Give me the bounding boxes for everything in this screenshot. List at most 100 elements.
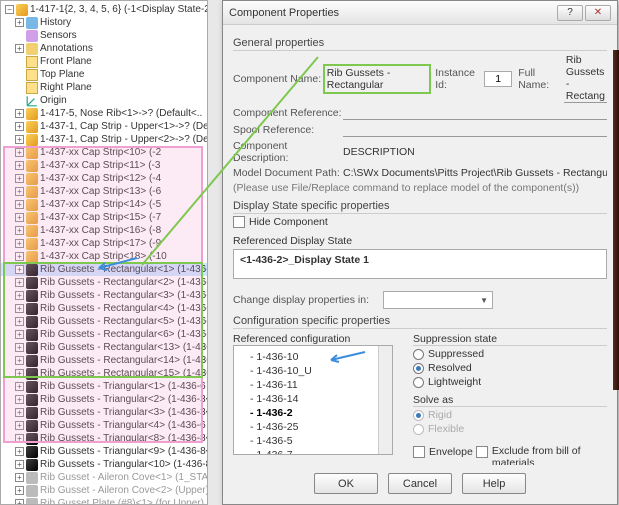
component-node[interactable]: +1-437-xx Cap Strip<12> (-4 [1,172,207,185]
origin-node[interactable]: Origin [1,94,207,107]
expand-icon[interactable]: + [15,18,24,27]
dialog-titlebar[interactable]: Component Properties ? ✕ [223,1,617,25]
expand-icon[interactable]: + [15,369,24,378]
history-node[interactable]: +History [1,16,207,29]
component-node[interactable]: +1-437-1, Cap Strip - Upper<2>->? (Defau… [1,133,207,146]
help-window-button[interactable]: ? [557,5,583,21]
component-node[interactable]: +1-437-xx Cap Strip<13> (-6 [1,185,207,198]
config-item[interactable]: - 1-436-7 [238,448,392,455]
instance-id-field[interactable] [484,71,512,87]
hide-component-checkbox[interactable]: Hide Component [233,216,328,228]
resolved-radio[interactable]: Resolved [413,362,607,374]
cancel-button[interactable]: Cancel [388,473,452,494]
front-plane-node[interactable]: Front Plane [1,55,207,68]
configuration-list[interactable]: - 1-436-10- 1-436-10_U- 1-436-11- 1-436-… [233,345,393,455]
expand-icon[interactable]: + [15,382,24,391]
expand-icon[interactable]: + [15,135,24,144]
ok-button[interactable]: OK [314,473,378,494]
config-item[interactable]: - 1-436-25 [238,420,392,434]
expand-icon[interactable]: + [15,317,24,326]
change-display-combo[interactable]: ▼ [383,291,493,309]
config-item[interactable]: - 1-436-2 [238,406,392,420]
spool-reference-field[interactable] [343,123,607,137]
component-name-field[interactable]: Rib Gussets - Rectangular [323,64,431,94]
component-node[interactable]: +1-437-1, Cap Strip - Upper<1>->? (Defau… [1,120,207,133]
annotations-node[interactable]: +Annotations [1,42,207,55]
display-state-item[interactable]: <1-436-2>_Display State 1 [240,254,600,266]
help-button[interactable]: Help [462,473,526,494]
component-node[interactable]: +Rib Gussets - Rectangular<13> (1-436-14 [1,341,207,354]
expand-icon[interactable]: + [15,343,24,352]
scrollbar[interactable] [378,346,392,454]
sensors-node[interactable]: Sensors [1,29,207,42]
component-node[interactable]: +Rib Gussets - Rectangular<14> (1-436-10… [1,354,207,367]
expand-icon[interactable]: + [15,291,24,300]
component-node[interactable]: +Rib Gusset - Aileron Cove<2> (Upper) [1,484,207,497]
expand-icon[interactable]: + [15,486,24,495]
expand-icon[interactable]: + [15,278,24,287]
expand-icon[interactable]: + [15,421,24,430]
component-node[interactable]: +1-437-xx Cap Strip<16> (-8 [1,224,207,237]
expand-icon[interactable]: + [15,473,24,482]
component-node[interactable]: +Rib Gussets - Rectangular<1> (1-436-2<<… [1,263,207,276]
right-plane-node[interactable]: Right Plane [1,81,207,94]
component-node[interactable]: +1-437-xx Cap Strip<10> (-2 [1,146,207,159]
component-node[interactable]: +1-437-xx Cap Strip<14> (-5 [1,198,207,211]
component-node[interactable]: +Rib Gussets - Triangular<10> (1-436-8<<… [1,458,207,471]
expand-icon[interactable]: + [15,239,24,248]
component-node[interactable]: +Rib Gussets - Rectangular<5> (1-436-7 [1,315,207,328]
component-reference-field[interactable] [343,106,607,120]
component-node[interactable]: +Rib Gussets - Rectangular<2> (1-436-2<<… [1,276,207,289]
expand-icon[interactable]: + [15,395,24,404]
component-node[interactable]: +1-437-xx Cap Strip<18> (-10 [1,250,207,263]
expand-icon[interactable]: + [15,44,24,53]
envelope-checkbox[interactable]: Envelope [413,446,473,458]
expand-icon[interactable]: + [15,213,24,222]
expand-icon[interactable]: + [15,148,24,157]
config-item[interactable]: - 1-436-11 [238,378,392,392]
expand-icon[interactable]: + [15,304,24,313]
component-node[interactable]: +Rib Gussets - Rectangular<15> (1-436-11 [1,367,207,380]
root-node[interactable]: −1-417-1{2, 3, 4, 5, 6} (-1<Display Stat… [1,3,207,16]
component-node[interactable]: +Rib Gussets - Rectangular<4> (1-436-7 [1,302,207,315]
exclude-bom-checkbox[interactable]: Exclude from bill of materials [476,445,582,465]
expand-icon[interactable]: + [15,499,24,505]
config-item[interactable]: - 1-436-14 [238,392,392,406]
expand-icon[interactable]: + [15,109,24,118]
expand-icon[interactable]: + [15,122,24,131]
component-node[interactable]: +Rib Gussets - Rectangular<3> (1-436-2<<… [1,289,207,302]
suppressed-radio[interactable]: Suppressed [413,348,607,360]
expand-icon[interactable]: + [15,161,24,170]
component-node[interactable]: +1-437-xx Cap Strip<17> (-9 [1,237,207,250]
component-node[interactable]: +1-437-xx Cap Strip<15> (-7 [1,211,207,224]
expand-icon[interactable]: + [15,434,24,443]
config-item[interactable]: - 1-436-10_U [238,364,392,378]
component-node[interactable]: +1-437-xx Cap Strip<11> (-3 [1,159,207,172]
expand-icon[interactable]: + [15,330,24,339]
top-plane-node[interactable]: Top Plane [1,68,207,81]
expand-icon[interactable]: + [15,447,24,456]
component-node[interactable]: +Rib Gusset - Aileron Cove<1> (1_START H… [1,471,207,484]
expand-icon[interactable]: + [15,226,24,235]
expand-icon[interactable]: + [15,252,24,261]
config-item[interactable]: - 1-436-10 [238,350,392,364]
expand-icon[interactable]: + [15,356,24,365]
component-node[interactable]: +Rib Gussets - Rectangular<6> (1-436-2<<… [1,328,207,341]
collapse-icon[interactable]: − [5,5,14,14]
component-node[interactable]: +Rib Gussets - Triangular<3> (1-436-3<<1… [1,406,207,419]
component-node[interactable]: +Rib Gussets - Triangular<9> (1-436-8<<1… [1,445,207,458]
config-item[interactable]: - 1-436-5 [238,434,392,448]
expand-icon[interactable]: + [15,200,24,209]
expand-icon[interactable]: + [15,460,24,469]
component-node[interactable]: +Rib Gussets - Triangular<4> (1-436-6 [1,419,207,432]
expand-icon[interactable]: + [15,187,24,196]
close-window-button[interactable]: ✕ [585,5,611,21]
component-node[interactable]: +Rib Gusset Plate (#8)<1> (for Upper) [1,497,207,505]
component-node[interactable]: +1-417-5, Nose Rib<1>->? (Default<.. [1,107,207,120]
component-node[interactable]: +Rib Gussets - Triangular<8> (1-436-8<<1… [1,432,207,445]
expand-icon[interactable]: + [15,265,24,274]
lightweight-radio[interactable]: Lightweight [413,376,607,388]
expand-icon[interactable]: + [15,408,24,417]
component-node[interactable]: +Rib Gussets - Triangular<1> (1-436-6 [1,380,207,393]
display-state-list[interactable]: <1-436-2>_Display State 1 [233,249,607,279]
